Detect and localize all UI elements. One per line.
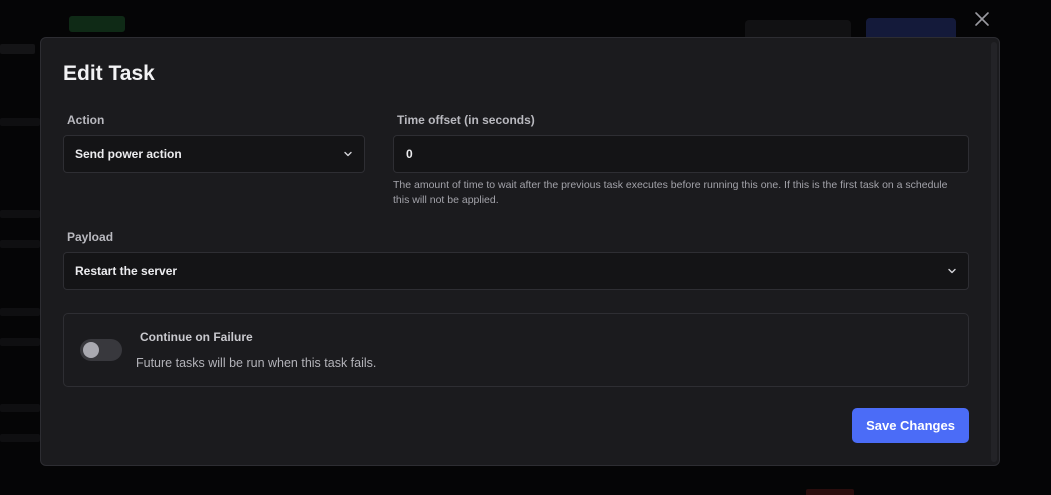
continue-on-failure-title: Continue on Failure bbox=[140, 330, 253, 344]
background-title bbox=[0, 14, 56, 34]
background-row bbox=[0, 308, 40, 316]
background-row bbox=[0, 118, 40, 126]
time-offset-help-text: The amount of time to wait after the pre… bbox=[393, 179, 948, 206]
chevron-down-icon bbox=[947, 266, 957, 276]
edit-task-modal: Edit Task Action Send power action Time … bbox=[40, 37, 1000, 466]
action-select-value: Send power action bbox=[75, 147, 182, 161]
chevron-down-icon bbox=[343, 149, 353, 159]
close-button[interactable] bbox=[969, 6, 995, 32]
modal-scrollbar[interactable] bbox=[991, 42, 997, 462]
background-row bbox=[0, 338, 40, 346]
background-row bbox=[0, 240, 40, 248]
continue-on-failure-description: Future tasks will be run when this task … bbox=[136, 356, 377, 370]
continue-on-failure-toggle[interactable] bbox=[80, 339, 122, 361]
payload-select-value: Restart the server bbox=[75, 264, 178, 278]
modal-title: Edit Task bbox=[63, 62, 155, 85]
time-offset-input[interactable] bbox=[393, 135, 969, 173]
payload-select[interactable]: Restart the server bbox=[63, 252, 969, 290]
action-select[interactable]: Send power action bbox=[63, 135, 365, 173]
close-icon bbox=[975, 12, 989, 26]
payload-label: Payload bbox=[67, 230, 114, 244]
background-status-badge bbox=[69, 16, 125, 32]
toggle-knob bbox=[83, 342, 99, 358]
background-row bbox=[0, 210, 40, 218]
background-row bbox=[0, 434, 40, 442]
save-changes-button[interactable]: Save Changes bbox=[852, 408, 969, 443]
background-subtitle bbox=[0, 44, 35, 54]
background-row bbox=[0, 404, 40, 412]
time-offset-label: Time offset (in seconds) bbox=[397, 113, 535, 127]
action-label: Action bbox=[67, 113, 105, 127]
continue-on-failure-option: Continue on Failure Future tasks will be… bbox=[63, 313, 969, 387]
background-danger-button bbox=[806, 489, 854, 495]
